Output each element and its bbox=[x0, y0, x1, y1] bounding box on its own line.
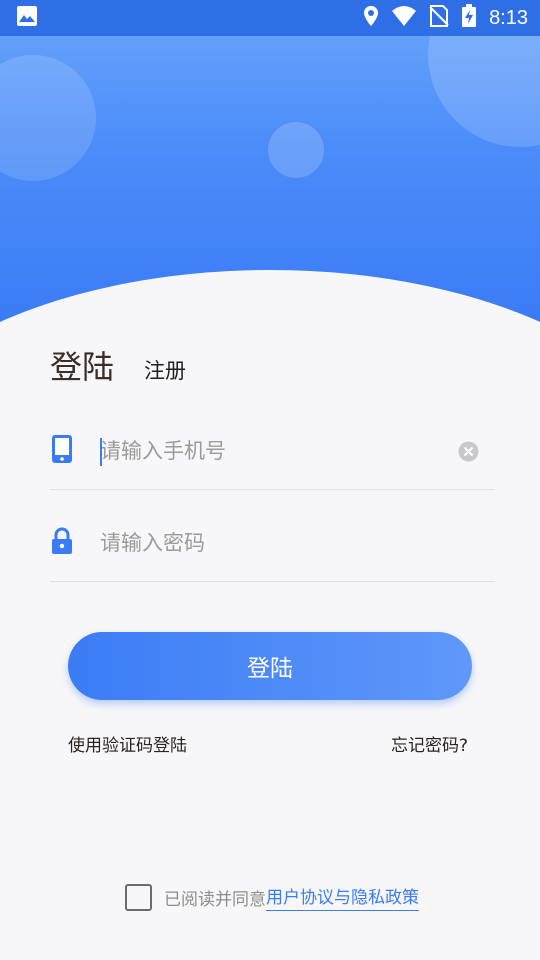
phone-icon bbox=[50, 434, 74, 468]
phone-field bbox=[50, 398, 495, 490]
clear-icon[interactable] bbox=[458, 441, 479, 466]
header-curve bbox=[0, 270, 540, 330]
lock-icon bbox=[50, 526, 74, 560]
decor-circle bbox=[268, 122, 324, 178]
password-input[interactable] bbox=[100, 514, 450, 572]
status-bar: 8:13 bbox=[0, 0, 540, 36]
agreement-row: 已阅读并同意 用户协议与隐私政策 bbox=[125, 883, 419, 911]
text-cursor bbox=[100, 438, 102, 466]
agreement-text: 已阅读并同意 bbox=[164, 889, 266, 910]
image-icon bbox=[16, 5, 38, 31]
phone-input[interactable] bbox=[100, 422, 450, 480]
header-banner bbox=[0, 0, 540, 330]
tab-login[interactable]: 登陆 bbox=[50, 342, 114, 388]
agreement-link[interactable]: 用户协议与隐私政策 bbox=[266, 883, 419, 911]
clock: 8:13 bbox=[489, 6, 528, 29]
no-sim-icon bbox=[429, 5, 449, 31]
location-icon bbox=[363, 5, 379, 31]
login-button[interactable]: 登陆 bbox=[68, 632, 472, 700]
forgot-password-link[interactable]: 忘记密码? bbox=[391, 731, 468, 756]
code-login-link[interactable]: 使用验证码登陆 bbox=[68, 731, 187, 756]
wifi-icon bbox=[391, 5, 417, 31]
agreement-checkbox[interactable] bbox=[125, 883, 152, 911]
password-field bbox=[50, 490, 495, 582]
battery-charging-icon bbox=[461, 4, 477, 32]
tab-register[interactable]: 注册 bbox=[144, 355, 186, 385]
decor-circle bbox=[0, 55, 96, 181]
auth-tabs: 登陆 注册 bbox=[50, 342, 186, 388]
